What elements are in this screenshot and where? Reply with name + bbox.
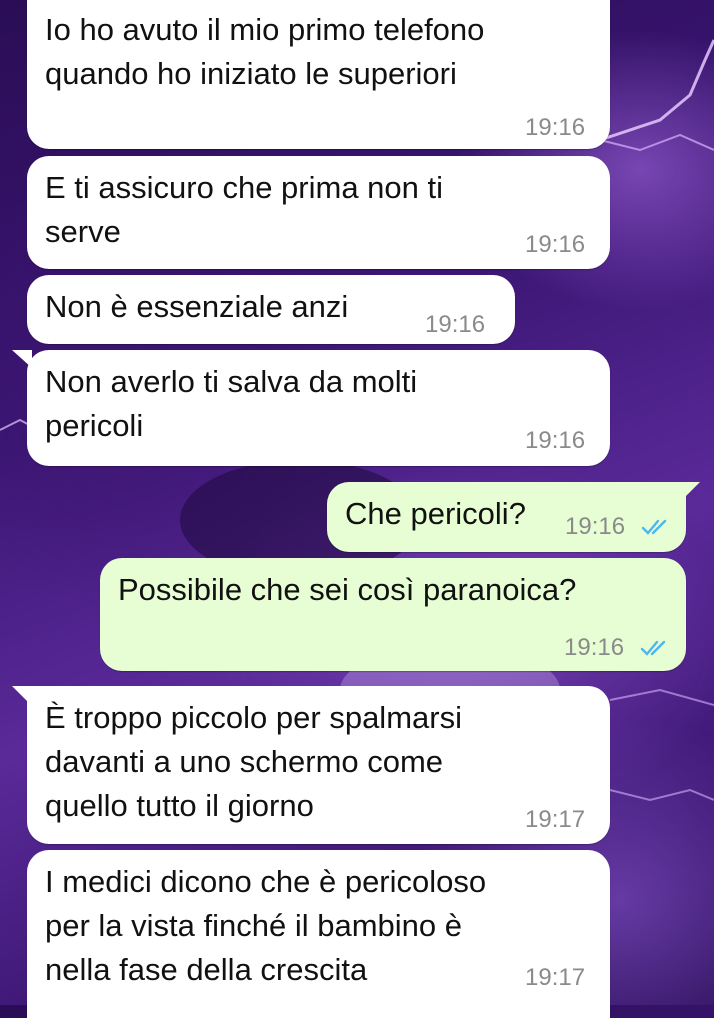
message-bubble-incoming[interactable]: I medici dicono che è pericoloso per la … — [27, 850, 610, 1018]
message-bubble-incoming[interactable]: Io ho avuto il mio primo telefono quando… — [27, 0, 610, 149]
bubble-tail — [12, 350, 32, 368]
message-bubble-outgoing[interactable]: Possibile che sei così paranoica? 19:16 — [100, 558, 686, 671]
message-bubble-incoming[interactable]: E ti assicuro che prima non ti serve 19:… — [27, 156, 610, 269]
message-timestamp: 19:17 — [525, 964, 586, 991]
message-bubble-outgoing[interactable]: Che pericoli? 19:16 — [327, 482, 686, 552]
chat-thread[interactable]: Io ho avuto il mio primo telefono quando… — [0, 0, 714, 1018]
message-timestamp: 19:16 — [525, 114, 586, 141]
message-timestamp: 19:16 — [425, 311, 486, 338]
message-text: Che pericoli? — [345, 496, 526, 531]
message-timestamp: 19:17 — [525, 806, 586, 833]
double-check-icon — [640, 640, 666, 656]
message-timestamp: 19:16 — [564, 634, 625, 661]
double-check-icon — [641, 519, 667, 535]
bubble-tail — [684, 482, 700, 498]
message-bubble-incoming[interactable]: È troppo piccolo per spalmarsi davanti a… — [27, 686, 610, 844]
message-bubble-incoming[interactable]: Non averlo ti salva da molti pericoli 19… — [27, 350, 610, 466]
message-text: Io ho avuto il mio primo telefono quando… — [45, 12, 485, 91]
message-bubble-incoming[interactable]: Non è essenziale anzi 19:16 — [27, 275, 515, 344]
message-timestamp: 19:16 — [565, 513, 626, 540]
message-text: Possibile che sei così paranoica? — [118, 572, 577, 607]
message-timestamp: 19:16 — [525, 231, 586, 258]
bubble-tail — [12, 686, 28, 702]
message-timestamp: 19:16 — [525, 427, 586, 454]
